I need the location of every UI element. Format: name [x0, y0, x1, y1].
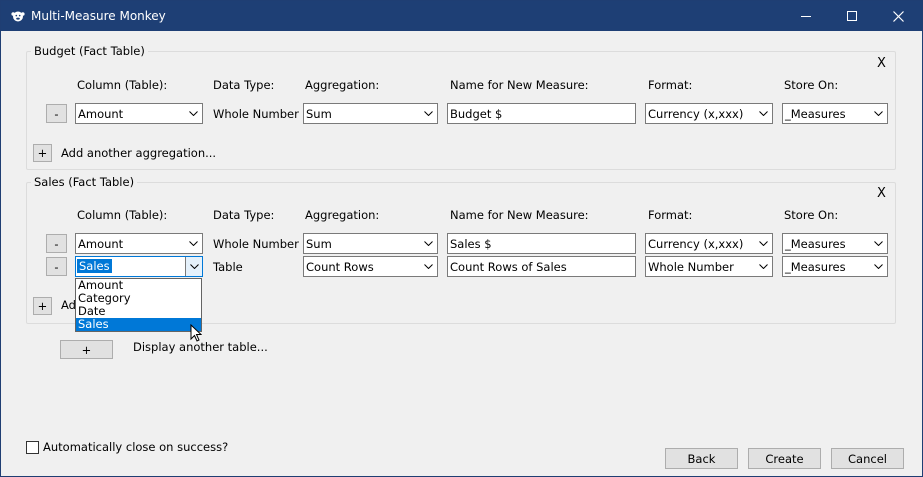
budget-row1-store-on-value: _Measures	[785, 107, 846, 121]
back-button[interactable]: Back	[665, 448, 738, 469]
sales-row2-aggregation-select[interactable]: Count Rows	[303, 256, 438, 277]
title-bar: Multi-Measure Monkey	[1, 1, 922, 31]
sales-row2-column-select[interactable]: Sales	[75, 256, 203, 277]
chevron-down-icon	[185, 257, 202, 276]
budget-row1-column-select[interactable]: Amount	[75, 103, 203, 124]
budget-add-aggregation-button[interactable]: +	[33, 144, 52, 162]
sales-row1-format-select[interactable]: Currency (x,xxx)	[645, 233, 773, 254]
chevron-down-icon	[871, 106, 885, 121]
chevron-down-icon	[756, 259, 770, 274]
chevron-down-icon	[421, 236, 435, 251]
close-icon	[892, 10, 904, 22]
sales-row1-store-on-value: _Measures	[785, 237, 846, 251]
budget-group-title: Budget (Fact Table)	[31, 44, 148, 58]
budget-row1-data-type: Whole Number	[213, 107, 299, 121]
sales-row1-column-value: Amount	[78, 237, 124, 251]
sales-group-title: Sales (Fact Table)	[31, 175, 138, 189]
chevron-down-icon	[756, 236, 770, 251]
sales-row2-name-value: Count Rows of Sales	[450, 260, 567, 274]
chevron-down-icon	[421, 259, 435, 274]
maximize-button[interactable]	[829, 1, 875, 31]
sales-row1-column-select[interactable]: Amount	[75, 233, 203, 254]
budget-row1-store-on-select[interactable]: _Measures	[782, 103, 888, 124]
budget-row1-aggregation-value: Sum	[306, 107, 332, 121]
display-another-table-label: Display another table...	[133, 340, 268, 354]
budget-header-column: Column (Table):	[77, 78, 168, 92]
budget-row1-remove-button[interactable]: -	[46, 104, 67, 123]
sales-header-data-type: Data Type:	[213, 208, 275, 222]
create-button[interactable]: Create	[748, 448, 821, 469]
chevron-down-icon	[871, 236, 885, 251]
sales-row1-aggregation-value: Sum	[306, 237, 332, 251]
budget-remove-table-button[interactable]: X	[877, 56, 886, 71]
budget-row1-aggregation-select[interactable]: Sum	[303, 103, 438, 124]
minimize-button[interactable]	[783, 1, 829, 31]
sales-row2-name-input[interactable]: Count Rows of Sales	[447, 256, 636, 277]
sales-row2-format-select[interactable]: Whole Number	[645, 256, 773, 277]
chevron-down-icon	[756, 106, 770, 121]
chevron-down-icon	[871, 259, 885, 274]
cancel-button[interactable]: Cancel	[831, 448, 904, 469]
sales-row2-column-value: Sales	[77, 259, 112, 273]
budget-row1-name-input[interactable]: Budget $	[447, 103, 636, 124]
budget-header-store-on: Store On:	[784, 78, 839, 92]
budget-header-format: Format:	[648, 78, 693, 92]
sales-row1-store-on-select[interactable]: _Measures	[782, 233, 888, 254]
sales-row2-store-on-select[interactable]: _Measures	[782, 256, 888, 277]
sales-row1-data-type: Whole Number	[213, 237, 299, 251]
sales-row1-name-value: Sales $	[450, 237, 492, 251]
auto-close-label: Automatically close on success?	[43, 440, 229, 454]
sales-header-aggregation: Aggregation:	[305, 208, 380, 222]
budget-row1-name-value: Budget $	[450, 107, 503, 121]
sales-header-name: Name for New Measure:	[450, 208, 589, 222]
sales-row2-remove-button[interactable]: -	[46, 257, 67, 276]
sales-row1-format-value: Currency (x,xxx)	[648, 237, 744, 251]
sales-header-format: Format:	[648, 208, 693, 222]
minimize-icon	[801, 16, 811, 17]
close-window-button[interactable]	[875, 1, 921, 31]
sales-row2-format-value: Whole Number	[648, 260, 734, 274]
sales-row1-remove-button[interactable]: -	[46, 234, 67, 253]
sales-remove-table-button[interactable]: X	[877, 186, 886, 201]
sales-add-aggregation-label: Ad	[61, 298, 76, 312]
sales-header-store-on: Store On:	[784, 208, 839, 222]
budget-header-aggregation: Aggregation:	[305, 78, 380, 92]
monkey-icon	[11, 11, 25, 22]
sales-header-column: Column (Table):	[77, 208, 168, 222]
budget-row1-column-value: Amount	[78, 107, 124, 121]
budget-header-data-type: Data Type:	[213, 78, 275, 92]
sales-add-aggregation-button[interactable]: +	[33, 297, 52, 315]
column-dropdown-list: Amount Category Date Sales	[75, 278, 202, 332]
budget-header-name: Name for New Measure:	[450, 78, 589, 92]
maximize-icon	[847, 11, 857, 21]
chevron-down-icon	[186, 236, 200, 251]
auto-close-checkbox[interactable]	[26, 441, 39, 454]
chevron-down-icon	[421, 106, 435, 121]
budget-row1-format-value: Currency (x,xxx)	[648, 107, 744, 121]
display-another-table-button[interactable]: +	[60, 340, 113, 359]
budget-add-aggregation-label: Add another aggregation...	[61, 146, 217, 160]
sales-row2-data-type: Table	[213, 260, 243, 274]
sales-row2-store-on-value: _Measures	[785, 260, 846, 274]
sales-row1-name-input[interactable]: Sales $	[447, 233, 636, 254]
window-title: Multi-Measure Monkey	[31, 9, 166, 23]
sales-row2-aggregation-value: Count Rows	[306, 260, 374, 274]
budget-row1-format-select[interactable]: Currency (x,xxx)	[645, 103, 773, 124]
sales-row1-aggregation-select[interactable]: Sum	[303, 233, 438, 254]
chevron-down-icon	[186, 106, 200, 121]
dropdown-option-sales[interactable]: Sales	[76, 318, 201, 331]
